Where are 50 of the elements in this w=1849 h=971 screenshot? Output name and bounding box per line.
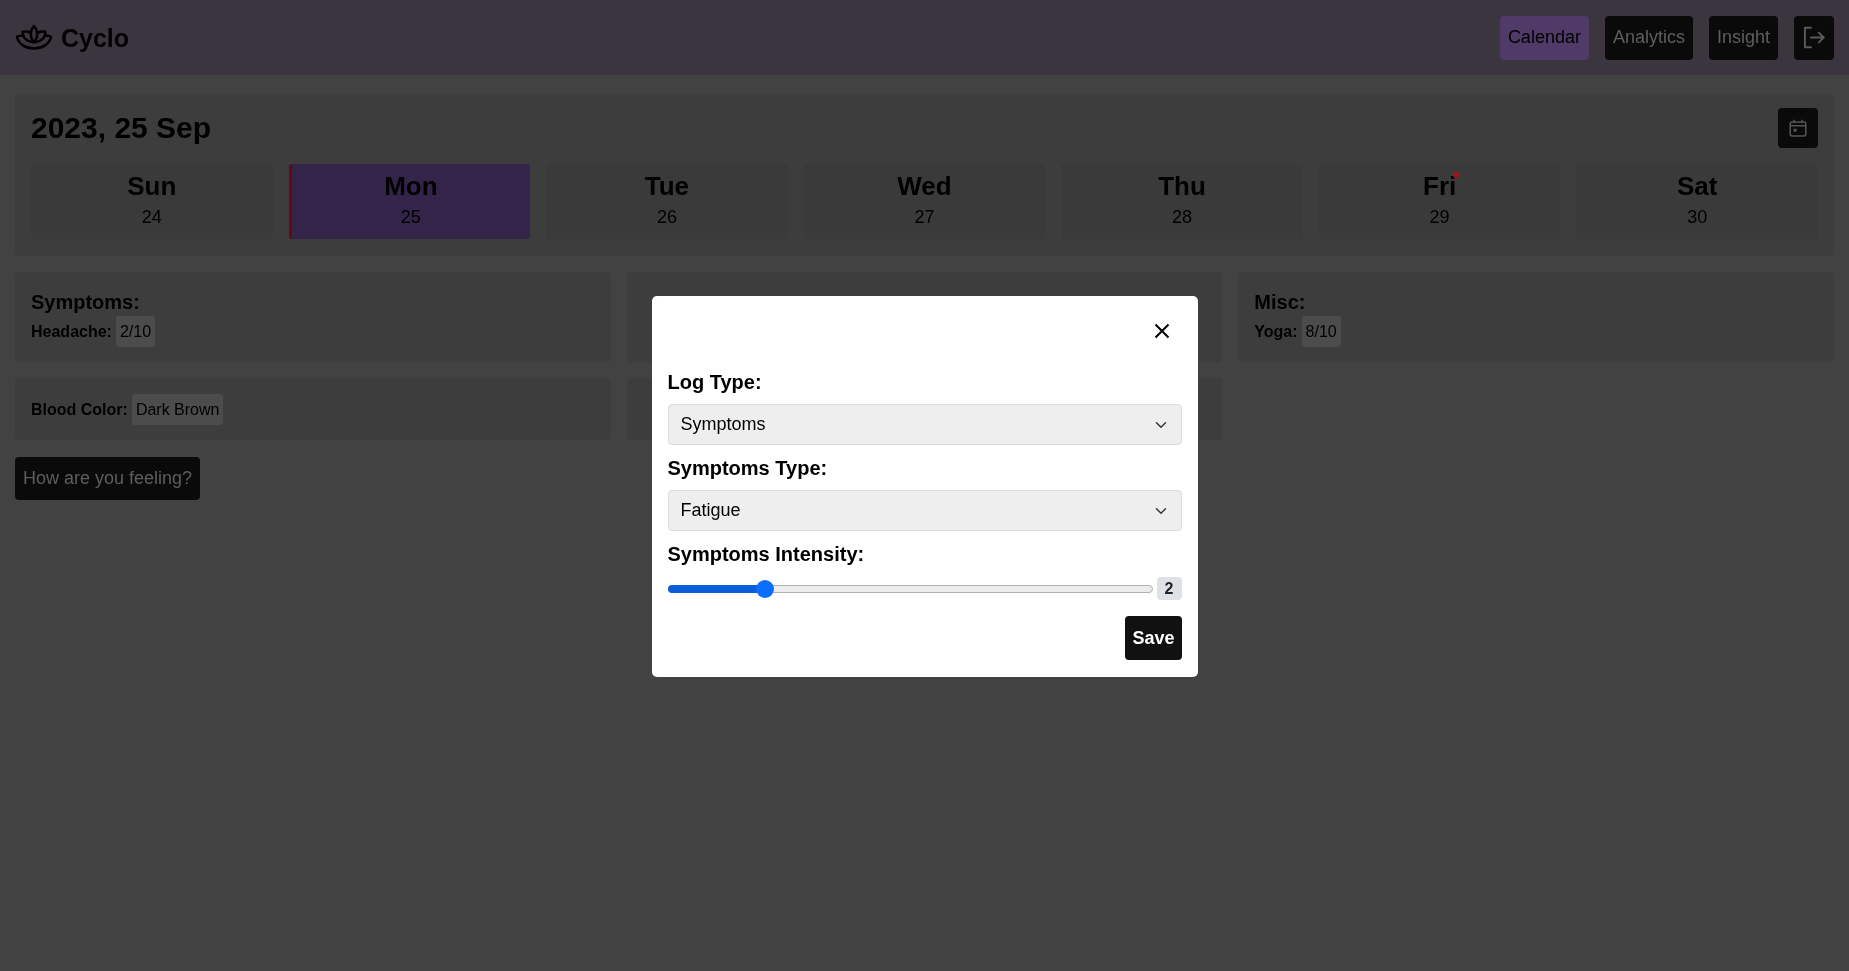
day-tile[interactable]: Mon 25 <box>288 164 531 239</box>
day-number: 30 <box>1687 206 1708 229</box>
day-name: Thu <box>1158 171 1206 202</box>
day-tile[interactable]: Wed 27 <box>803 164 1046 239</box>
day-number: 26 <box>656 206 677 229</box>
day-number: 27 <box>914 206 935 229</box>
slider-thumb[interactable] <box>755 579 774 598</box>
day-tile[interactable]: Tue 26 <box>546 164 788 239</box>
save-button[interactable]: Save <box>1125 616 1182 660</box>
day-name: Fri <box>1423 171 1457 202</box>
entry-label: Blood Color: <box>31 399 128 420</box>
logout-button[interactable] <box>1794 15 1834 60</box>
day-number: 28 <box>1172 206 1193 229</box>
day-name: Tue <box>644 171 690 202</box>
day-name: Sun <box>127 171 177 202</box>
day-tile[interactable]: Sun 24 <box>31 164 273 239</box>
day-name: Wed <box>897 171 952 202</box>
brand-name: Cyclo <box>61 22 130 53</box>
calendar-icon <box>1789 119 1807 137</box>
date-title: 2023, 25 Sep <box>31 110 212 146</box>
entry-value: Dark Brown <box>131 394 224 425</box>
day-number: 29 <box>1429 206 1450 229</box>
day-tile[interactable]: Sat 30 <box>1576 164 1818 239</box>
intensity-slider[interactable] <box>667 579 1153 598</box>
field-label: Symptoms Intensity: <box>667 542 866 566</box>
select-field[interactable]: Symptoms <box>667 404 1182 445</box>
card-title: Misc: <box>1254 290 1307 315</box>
how-are-you-feeling-button[interactable]: How are you feeling? <box>15 457 201 500</box>
day-name: Sat <box>1676 171 1718 202</box>
nav-link[interactable]: Insight <box>1708 15 1778 60</box>
day-number: 24 <box>141 206 162 229</box>
slider-value: 2 <box>1156 577 1182 600</box>
entry-label: Headache: <box>31 321 112 342</box>
field-label: Log Type: <box>667 370 763 394</box>
entry-value: 8/10 <box>1301 316 1341 347</box>
lotus-icon <box>15 24 53 51</box>
day-tile[interactable]: Thu 28 <box>1061 164 1303 239</box>
card-title: Symptoms: <box>31 290 141 315</box>
calendar-button[interactable] <box>1778 108 1818 148</box>
field-label: Symptoms Type: <box>667 456 829 480</box>
nav-link[interactable]: Analytics <box>1604 15 1693 60</box>
nav-link[interactable]: Calendar <box>1499 15 1589 60</box>
select-field[interactable]: Fatigue <box>667 490 1182 531</box>
entry-label: Yoga: <box>1254 321 1298 342</box>
close-icon <box>1153 323 1170 339</box>
day-name: Mon <box>384 171 438 202</box>
logout-icon <box>1803 26 1825 49</box>
day-tile[interactable]: Fri 29 <box>1318 164 1561 239</box>
entry-value: 2/10 <box>115 316 156 347</box>
day-number: 25 <box>400 206 421 229</box>
